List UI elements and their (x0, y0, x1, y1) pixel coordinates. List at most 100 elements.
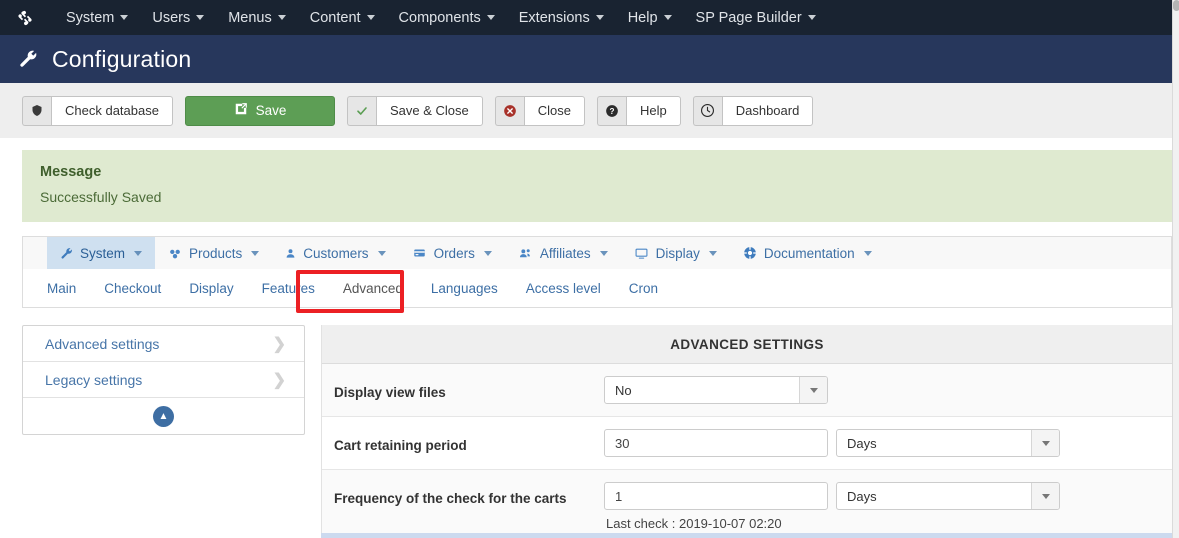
tab-display[interactable]: Display (175, 275, 247, 302)
select-value: No (615, 382, 632, 398)
chevron-down-icon (134, 250, 143, 256)
subnav-item-documentation[interactable]: Documentation (730, 237, 885, 269)
cart-retaining-period-input[interactable]: 30 (604, 429, 828, 457)
check-frequency-unit-select[interactable]: Days (836, 482, 1060, 510)
tab-features[interactable]: Features (248, 275, 329, 302)
chevron-down-icon (663, 15, 672, 20)
circle-question-icon: ? (596, 95, 626, 126)
subnav-label: Display (655, 245, 700, 261)
topmenu-item-components[interactable]: Components (387, 3, 507, 33)
chevron-down-icon (366, 15, 375, 20)
close-button[interactable]: Close (494, 95, 585, 126)
subnav-item-products[interactable]: Products (155, 237, 272, 269)
subnav-label: System (80, 245, 126, 261)
check-database-button[interactable]: Check database (22, 95, 173, 126)
message-box: Message Successfully Saved (22, 150, 1172, 222)
page-header: Configuration (0, 35, 1172, 83)
tab-cron[interactable]: Cron (615, 275, 672, 302)
chevron-down-icon (483, 250, 492, 256)
chevron-right-icon: ❯ (272, 371, 286, 389)
sidebar-item-label: Legacy settings (45, 371, 143, 388)
topmenu-label: System (66, 9, 115, 26)
topmenu-item-system[interactable]: System (54, 3, 140, 33)
help-button[interactable]: ? Help (596, 95, 681, 126)
chevron-down-icon[interactable] (1031, 483, 1059, 509)
field-label: Cart retaining period (334, 438, 467, 453)
display-view-files-select[interactable]: No (604, 376, 828, 404)
select-value: Days (847, 435, 877, 451)
chevron-up-circle-icon: ▲ (153, 405, 174, 427)
user-icon (285, 247, 296, 260)
settings-sidebar: Advanced settings ❯ Legacy settings ❯ ▲ (22, 325, 305, 435)
card-icon (412, 247, 427, 259)
save-close-label: Save & Close (375, 95, 483, 126)
wrench-icon (60, 247, 73, 260)
message-body: Successfully Saved (40, 189, 162, 205)
help-label: Help (625, 95, 681, 126)
component-subnav: System Products Customers Orders Affilia… (22, 236, 1172, 269)
checkmark-icon (346, 95, 376, 126)
chevron-down-icon (377, 250, 386, 256)
topmenu-item-content[interactable]: Content (298, 3, 387, 33)
tab-advanced[interactable]: Advanced (329, 275, 417, 302)
cart-retaining-period-unit-select[interactable]: Days (836, 429, 1060, 457)
chevron-down-icon (120, 15, 129, 20)
tab-checkout[interactable]: Checkout (90, 275, 175, 302)
dashboard-label: Dashboard (721, 95, 814, 126)
check-frequency-input[interactable]: 1 (604, 482, 828, 510)
topmenu-item-help[interactable]: Help (616, 3, 684, 33)
last-check-hint: Last check : 2019-10-07 02:20 (606, 516, 782, 531)
subnav-item-customers[interactable]: Customers (272, 237, 398, 269)
subnav-item-affiliates[interactable]: Affiliates (505, 237, 621, 269)
subnav-item-display[interactable]: Display (621, 237, 730, 269)
vertical-scrollbar[interactable] (1172, 0, 1179, 538)
chevron-down-icon[interactable] (799, 377, 827, 403)
tab-main[interactable]: Main (33, 275, 90, 302)
message-title: Message (40, 164, 102, 180)
chevron-down-icon (807, 15, 816, 20)
close-label: Close (523, 95, 585, 126)
sidebar-item-legacy-settings[interactable]: Legacy settings ❯ (23, 362, 304, 398)
dashboard-button[interactable]: Dashboard (692, 95, 814, 126)
topmenu-item-users[interactable]: Users (140, 3, 216, 33)
subnav-label: Products (189, 245, 243, 261)
field-label: Frequency of the check for the carts (334, 491, 567, 506)
subnav-label: Customers (303, 245, 369, 261)
joomla-logo-icon[interactable] (14, 7, 36, 29)
topmenu-label: SP Page Builder (695, 9, 802, 26)
subnav-label: Documentation (763, 245, 855, 261)
settings-tabs: Main Checkout Display Features Advanced … (22, 269, 1172, 308)
sidebar-item-advanced-settings[interactable]: Advanced settings ❯ (23, 326, 304, 362)
topmenu-item-extensions[interactable]: Extensions (507, 3, 616, 33)
sidebar-item-label: Advanced settings (45, 335, 160, 352)
form-row-display-view-files: Display view files No (322, 364, 1172, 417)
page-root: System Users Menus Content Components Ex… (0, 0, 1179, 538)
tab-languages[interactable]: Languages (417, 275, 512, 302)
subnav-item-system[interactable]: System (47, 237, 156, 269)
toolbar: Check database Save Save & Close Close ?… (0, 83, 1172, 138)
scrollbar-thumb[interactable] (1173, 0, 1179, 11)
message-area: Message Successfully Saved (0, 138, 1172, 230)
topmenu-label: Menus (228, 9, 272, 26)
chevron-down-icon (863, 250, 872, 256)
advanced-settings-panel: ADVANCED SETTINGS Display view files No … (321, 325, 1172, 538)
form-row-cart-retaining-period: Cart retaining period 30 Days (322, 417, 1172, 470)
top-menu-bar: System Users Menus Content Components Ex… (0, 0, 1172, 35)
chevron-down-icon[interactable] (1031, 430, 1059, 456)
topmenu-label: Content (309, 9, 361, 26)
topmenu-label: Users (152, 9, 191, 26)
save-button[interactable]: Save (184, 95, 335, 126)
topmenu-item-sp-page-builder[interactable]: SP Page Builder (684, 3, 828, 33)
chevron-down-icon (196, 15, 205, 20)
subnav-item-orders[interactable]: Orders (399, 237, 505, 269)
topmenu-label: Extensions (518, 9, 590, 26)
panel-title: ADVANCED SETTINGS (322, 325, 1172, 364)
wrench-icon (18, 49, 38, 69)
check-database-label: Check database (51, 95, 173, 126)
chevron-down-icon (599, 250, 608, 256)
topmenu-item-menus[interactable]: Menus (216, 3, 298, 33)
save-close-button[interactable]: Save & Close (346, 95, 483, 126)
tab-access-level[interactable]: Access level (512, 275, 615, 302)
group-icon (518, 247, 533, 260)
sidebar-collapse-button[interactable]: ▲ (23, 398, 304, 434)
